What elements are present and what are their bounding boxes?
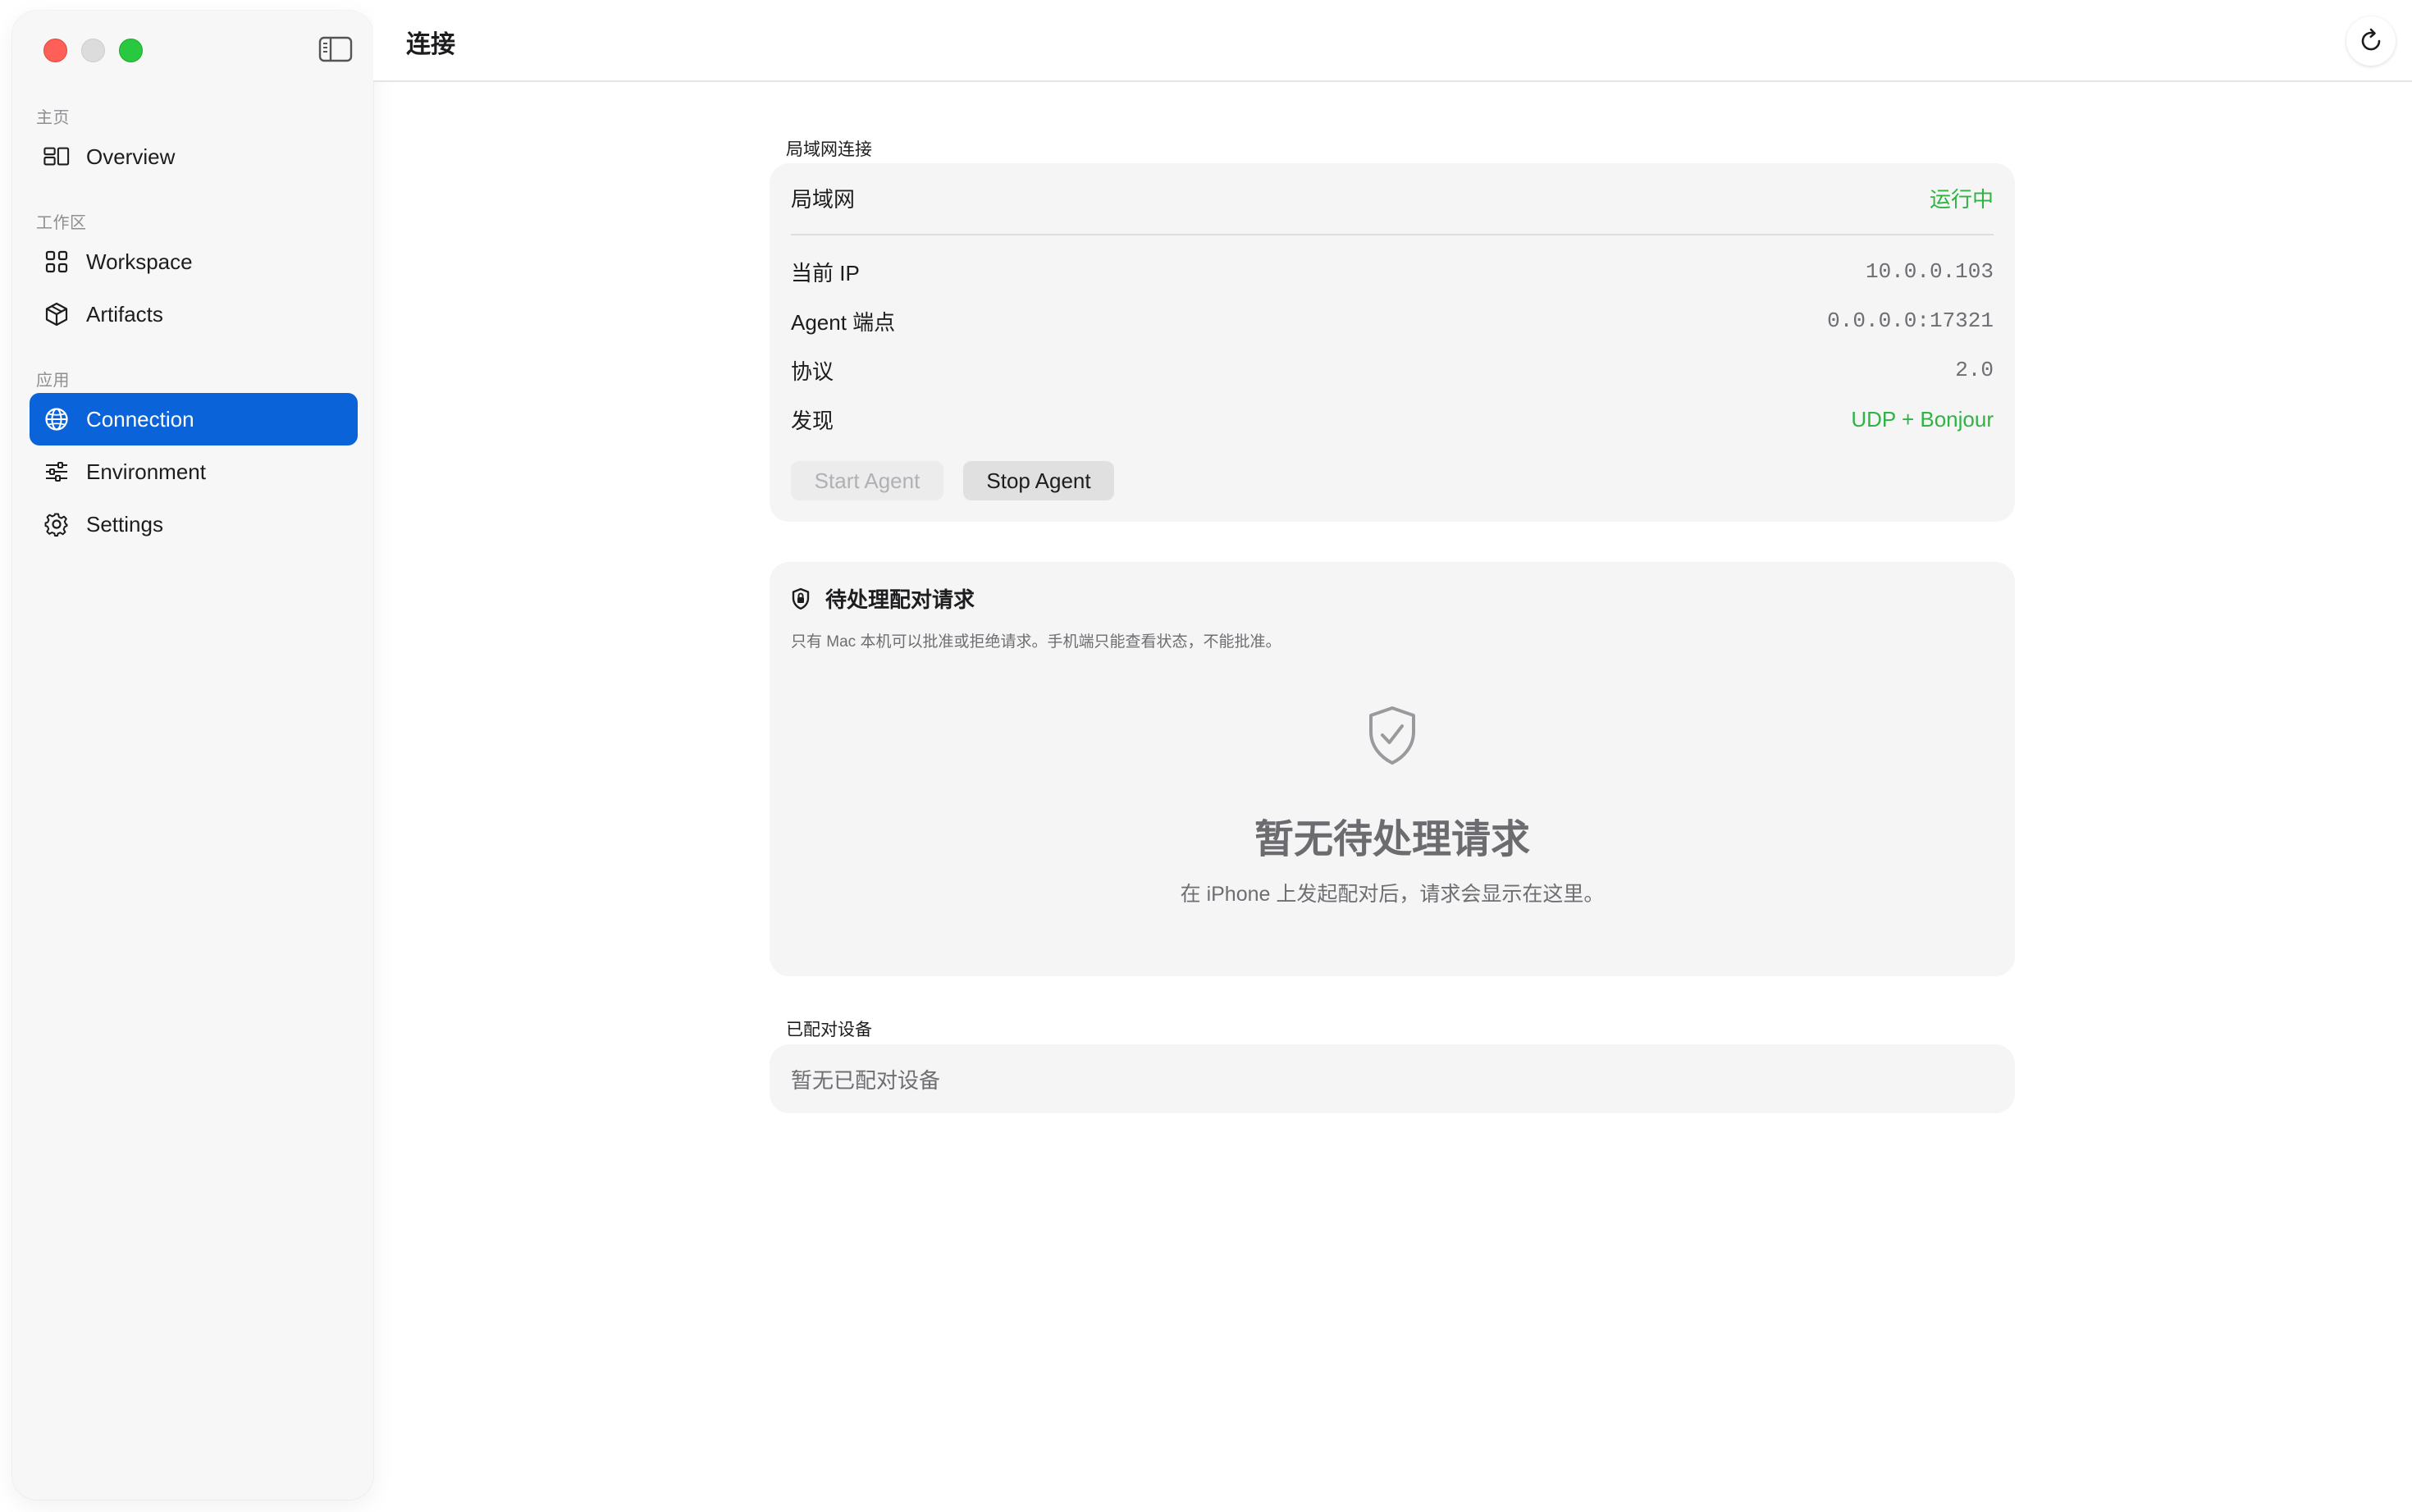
sidebar: 主页 Overview 工作区 Workspace Artifacts 应用 C… [12,11,373,1500]
lan-status-row: 局域网 运行中 [791,181,1994,214]
cube-icon [43,301,70,327]
empty-state-description: 在 iPhone 上发起配对后，请求会显示在这里。 [1180,883,1605,906]
agent-endpoint-row: Agent 端点 0.0.0.0:17321 [791,304,1994,337]
protocol-row: 协议 2.0 [791,354,1994,386]
toolbar: 连接 [373,0,2412,82]
sidebar-item-workspace[interactable]: Workspace [30,235,358,288]
section-label-workspace: 工作区 [36,214,87,232]
lan-group-label: 局域网连接 [786,140,872,159]
lan-card: 局域网 运行中 当前 IP 10.0.0.103 Agent 端点 0.0.0.… [770,163,2015,522]
paired-group-label: 已配对设备 [786,1021,872,1039]
gear-icon [43,511,70,537]
sidebar-toggle-button[interactable] [318,35,353,63]
refresh-icon [2361,28,2381,51]
sidebar-item-label: Environment [86,459,206,484]
sliders-icon [43,459,70,485]
zoom-window-button[interactable] [119,39,143,62]
discovery-label: 发现 [791,408,834,433]
page-title: 连接 [406,31,455,58]
stop-agent-button[interactable]: Stop Agent [963,461,1114,500]
sidebar-item-overview[interactable]: Overview [30,130,358,183]
pending-title: 待处理配对请求 [825,587,975,612]
section-label-apps: 应用 [36,372,70,390]
ip-value: 10.0.0.103 [1865,259,1994,284]
app-window: 主页 Overview 工作区 Workspace Artifacts 应用 C… [0,0,2412,1512]
paired-empty-text: 暂无已配对设备 [791,1068,941,1093]
paired-devices-card: 暂无已配对设备 [770,1044,2015,1113]
sidebar-item-artifacts[interactable]: Artifacts [30,288,358,340]
empty-state-title: 暂无待处理请求 [1254,818,1530,861]
sidebar-item-label: Workspace [86,249,193,274]
protocol-value: 2.0 [1955,358,1994,382]
agent-endpoint-label: Agent 端点 [791,309,896,335]
pending-requests-card: 待处理配对请求 只有 Mac 本机可以批准或拒绝请求。手机端只能查看状态，不能批… [770,562,2015,976]
discovery-value: UDP + Bonjour [1851,406,1994,432]
pending-subtitle: 只有 Mac 本机可以批准或拒绝请求。手机端只能查看状态，不能批准。 [791,633,1281,651]
sidebar-item-settings[interactable]: Settings [30,498,358,550]
sidebar-item-label: Connection [86,406,194,432]
lan-status-label: 局域网 [791,186,856,212]
globe-icon [43,406,70,432]
minimize-window-button[interactable] [81,39,105,62]
close-window-button[interactable] [43,39,67,62]
pending-header: 待处理配对请求 [791,583,975,614]
lan-status-value: 运行中 [1929,186,1994,212]
overview-icon [43,144,70,170]
sidebar-item-environment[interactable]: Environment [30,445,358,498]
ip-row: 当前 IP 10.0.0.103 [791,255,1994,288]
divider [791,234,1994,235]
section-label-home: 主页 [36,109,70,127]
start-agent-button[interactable]: Start Agent [791,461,943,500]
discovery-row: 发现 UDP + Bonjour [791,403,1994,436]
sidebar-item-label: Settings [86,511,163,537]
empty-state-icon-wrap [770,706,2015,766]
sidebar-item-label: Artifacts [86,301,163,327]
sidebar-item-connection[interactable]: Connection [30,393,358,445]
ip-label: 当前 IP [791,260,860,285]
sidebar-left-icon [318,36,353,62]
lock-shield-icon [792,587,810,610]
agent-endpoint-value: 0.0.0.0:17321 [1827,308,1994,333]
refresh-button[interactable] [2346,16,2396,66]
shield-check-icon [1369,706,1415,765]
protocol-label: 协议 [791,359,834,384]
grid-icon [43,249,70,275]
sidebar-item-label: Overview [86,144,176,169]
